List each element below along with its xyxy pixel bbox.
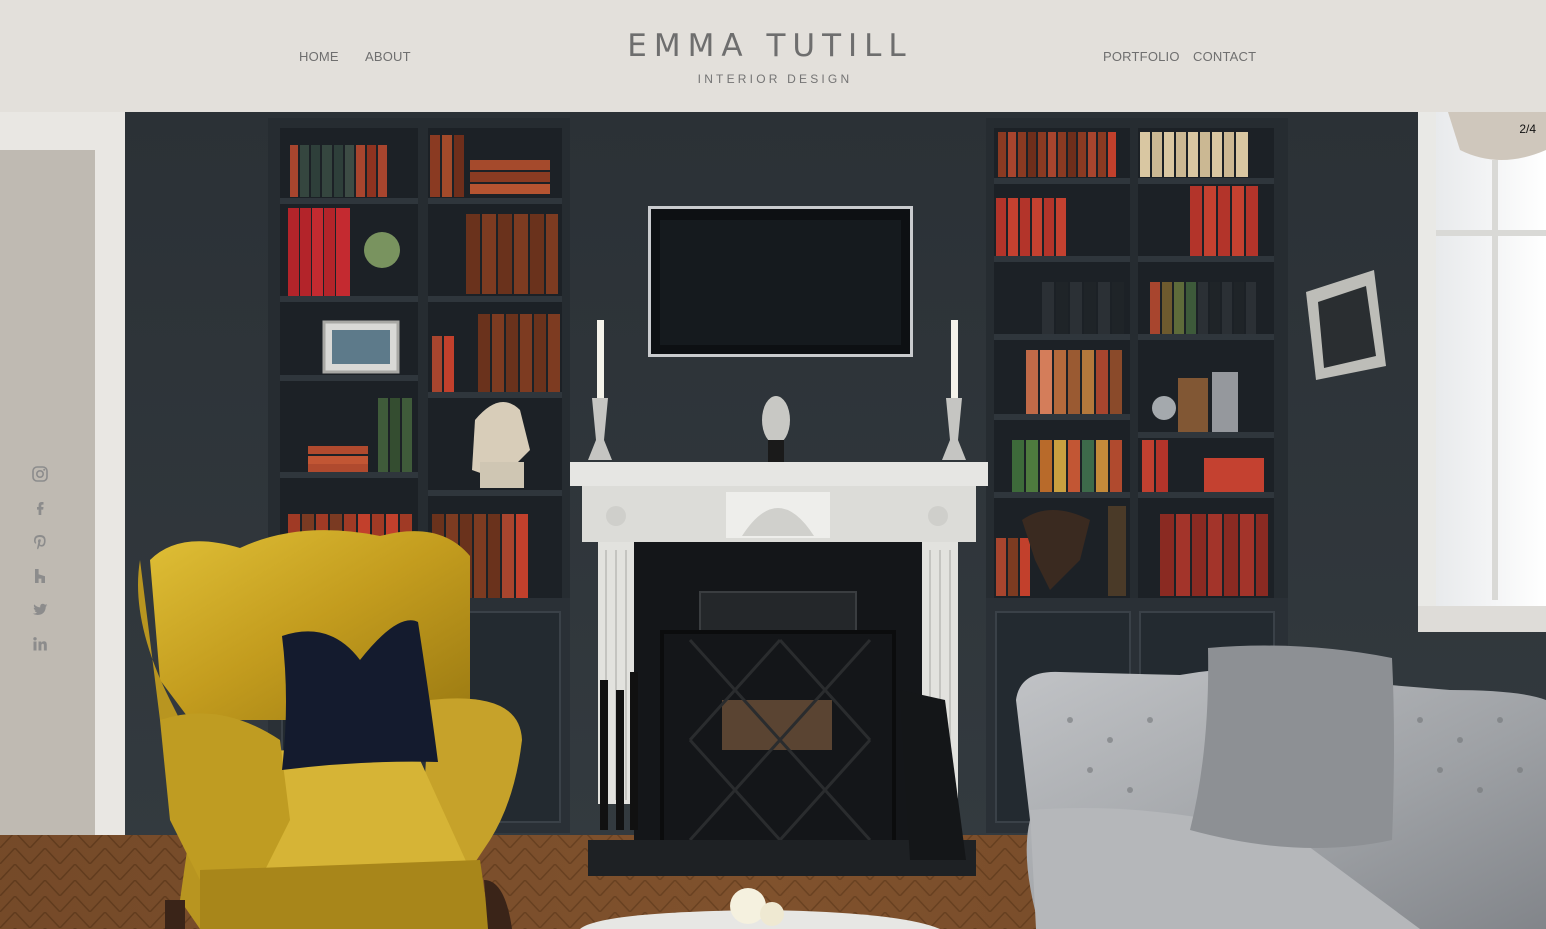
instagram-icon[interactable] — [28, 462, 52, 486]
living-room-photo — [0, 112, 1546, 929]
brand-logo-subtitle: INTERIOR DESIGN — [697, 72, 853, 86]
hero-slideshow[interactable]: 2/4 — [0, 112, 1546, 929]
nav-contact-link[interactable]: CONTACT — [1193, 49, 1256, 64]
nav-portfolio-link[interactable]: PORTFOLIO — [1103, 49, 1180, 64]
social-bar — [28, 462, 52, 666]
nav-home-link[interactable]: HOME — [299, 49, 339, 64]
nav-about-link[interactable]: ABOUT — [365, 49, 411, 64]
brand-logo-name[interactable]: EMMA TUTILL — [560, 28, 980, 64]
facebook-icon[interactable] — [28, 496, 52, 520]
houzz-icon[interactable] — [28, 564, 52, 588]
slide-counter: 2/4 — [1519, 122, 1536, 136]
pinterest-icon[interactable] — [28, 530, 52, 554]
twitter-icon[interactable] — [28, 598, 52, 622]
linkedin-icon[interactable] — [28, 632, 52, 656]
site-header: HOME ABOUT EMMA TUTILL INTERIOR DESIGN P… — [0, 0, 1546, 112]
